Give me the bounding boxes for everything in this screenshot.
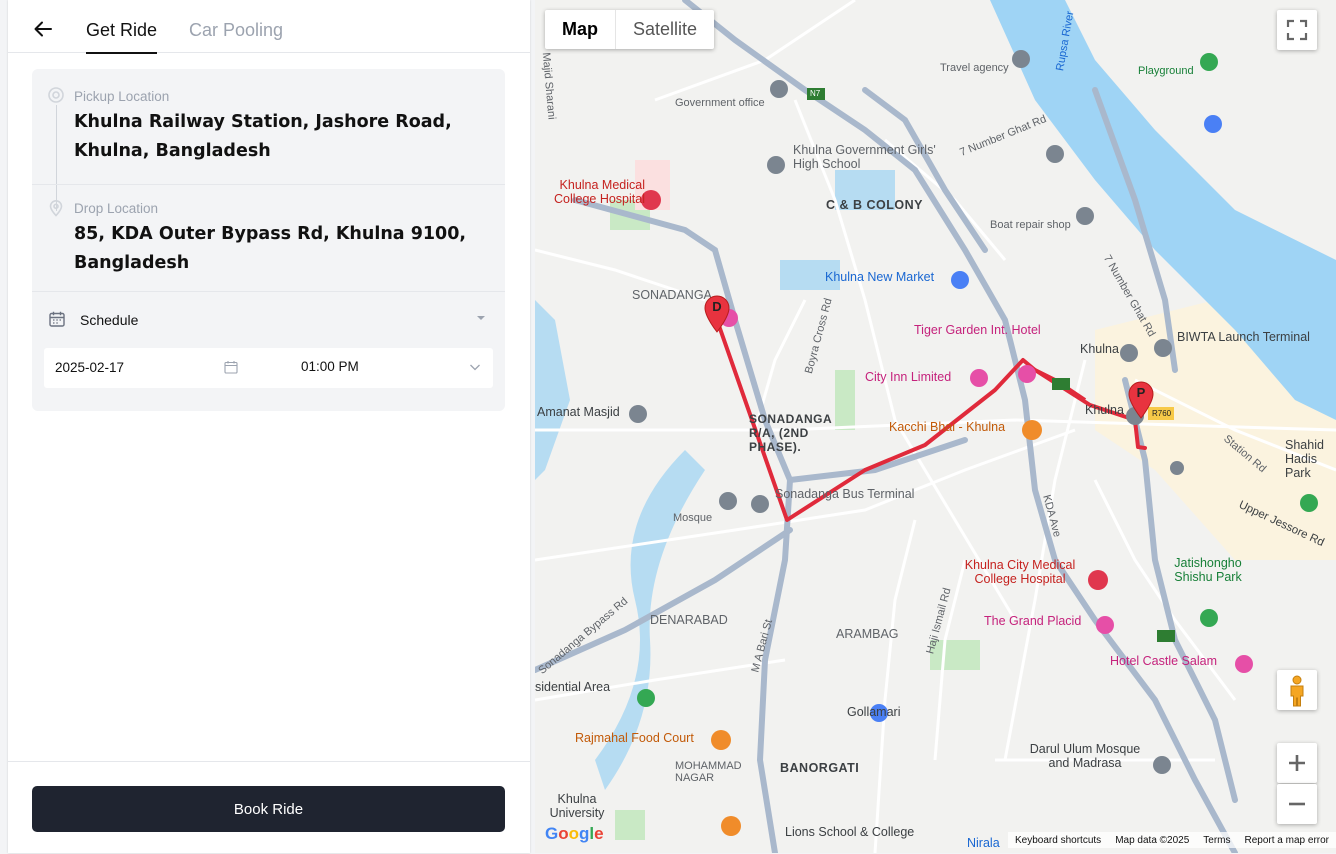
report-error-link[interactable]: Report a map error — [1238, 835, 1336, 846]
tab-car-pooling[interactable]: Car Pooling — [189, 20, 283, 41]
pickup-marker-label: P — [1136, 385, 1146, 400]
map-label-category: Travel agency — [940, 62, 1009, 74]
pickup-address: Khulna Railway Station, Jashore Road, Kh… — [74, 112, 452, 161]
drop-location-label: Drop Location — [74, 201, 159, 216]
plus-icon — [1289, 755, 1305, 771]
fullscreen-button[interactable] — [1277, 10, 1317, 50]
map-label-area: MOHAMMAD NAGAR — [675, 760, 742, 784]
pickup-location-label: Pickup Location — [74, 89, 170, 104]
map-label-poi: Khulna New Market — [825, 270, 935, 284]
drop-address: 85, KDA Outer Bypass Rd, Khulna 9100, Ba… — [74, 224, 467, 273]
map-label-poi: Sonadanga Bus Terminal — [775, 487, 915, 501]
map-label-poi: BIWTA Launch Terminal — [1177, 330, 1310, 344]
map-label-category: Boat repair shop — [990, 219, 1071, 231]
fullscreen-icon — [1286, 19, 1308, 41]
map-label-poi: Khulna Government Girls' High School — [793, 143, 936, 171]
calendar-icon[interactable] — [224, 360, 238, 374]
map-type-map-button[interactable]: Map — [545, 10, 616, 49]
map-label-poi: Lions School & College — [785, 825, 915, 839]
minus-icon — [1289, 802, 1305, 806]
map-attribution: Keyboard shortcuts Map data ©2025 Terms … — [1008, 832, 1336, 848]
map-label-poi: City Inn Limited — [865, 370, 952, 384]
map-label-poi: Khulna University — [549, 792, 605, 820]
map-label-poi: Amanat Masjid — [537, 405, 620, 419]
book-ride-button[interactable]: Book Ride — [32, 786, 505, 832]
map-label-area: SONADANGA R/A, (2ND PHASE). — [749, 412, 832, 454]
map-label-area: BANORGATI — [780, 761, 860, 775]
calendar-icon — [49, 311, 65, 327]
date-input[interactable]: 2025-02-17 — [55, 360, 124, 375]
map-label-place: Nirala — [967, 836, 1000, 850]
map-label-poi: Hotel Castle Salam — [1110, 654, 1217, 668]
drop-marker-label: D — [712, 299, 722, 314]
pickup-marker[interactable]: P — [1127, 381, 1155, 419]
drop-marker[interactable]: D — [703, 295, 731, 333]
schedule-label: Schedule — [80, 312, 139, 328]
map-label-area: C & B COLONY — [826, 198, 923, 212]
map-label-place: Khulna — [1085, 403, 1124, 417]
street-view-pegman-button[interactable] — [1277, 670, 1317, 710]
zoom-in-button[interactable] — [1277, 743, 1317, 783]
map-label-poi: Rajmahal Food Court — [575, 731, 694, 745]
ride-panel: Get Ride Car Pooling Pickup Location Khu… — [8, 0, 530, 853]
zoom-out-button[interactable] — [1277, 784, 1317, 824]
map-label-area: SONADANGA — [632, 288, 712, 302]
panel-footer: Book Ride — [8, 761, 530, 854]
chevron-down-icon[interactable] — [469, 361, 481, 373]
map-label-poi: The Grand Placid — [984, 614, 1082, 628]
map-label-category: Government office — [675, 97, 765, 109]
map-label-poi: Kacchi Bhai - Khulna — [889, 420, 1006, 434]
map-label-area: DENARABAD — [650, 613, 728, 627]
map-label-poi: Jatishongho Shishu Park — [1174, 556, 1242, 584]
time-select[interactable]: 01:00 PM — [301, 359, 359, 374]
map-label-poi: Khulna Medical College Hospital — [553, 178, 645, 206]
map-label-place: Khulna — [1080, 342, 1119, 356]
map-type-satellite-button[interactable]: Satellite — [616, 10, 714, 49]
pickup-location-icon — [48, 87, 64, 103]
map-label-poi: Shahid Hadis Park — [1285, 438, 1324, 480]
terms-link[interactable]: Terms — [1196, 835, 1237, 846]
ride-details-card: Pickup Location Khulna Railway Station, … — [32, 69, 505, 411]
map-label-poi: Darul Ulum Mosque and Madrasa — [1029, 742, 1141, 770]
map-label-area: sidential Area — [535, 680, 611, 694]
map-label-area: ARAMBAG — [836, 627, 899, 641]
schedule-dropdown[interactable]: Schedule — [32, 292, 505, 344]
map-label-poi: Gollamari — [847, 705, 901, 719]
pegman-icon — [1290, 675, 1304, 707]
chevron-down-icon — [477, 316, 485, 320]
road-shield-n7: N7 — [810, 89, 821, 98]
drop-location-pin-icon — [49, 200, 63, 217]
route-map[interactable]: C & B COLONY SONADANGA SONADANGA R/A, (2… — [535, 0, 1336, 853]
ride-tabs: Get Ride Car Pooling — [8, 0, 530, 54]
map-data-text: Map data ©2025 — [1115, 834, 1190, 846]
tab-get-ride[interactable]: Get Ride — [86, 20, 158, 54]
map-label-category: Playground — [1138, 65, 1194, 77]
map-type-control: Map Satellite — [545, 10, 715, 49]
schedule-inputs: 2025-02-17 01:00 PM — [44, 348, 493, 388]
google-logo: Google — [545, 824, 604, 843]
map-label-poi: Khulna City Medical College Hospital — [964, 558, 1076, 586]
back-arrow-icon[interactable] — [32, 18, 54, 40]
map-label-poi: Tiger Garden Int. Hotel — [914, 323, 1041, 337]
drop-location-field[interactable]: Drop Location 85, KDA Outer Bypass Rd, K… — [32, 185, 505, 292]
map-label-category: Mosque — [673, 512, 713, 524]
keyboard-shortcuts-link[interactable]: Keyboard shortcuts — [1008, 835, 1108, 846]
pickup-location-field[interactable]: Pickup Location Khulna Railway Station, … — [32, 69, 505, 185]
